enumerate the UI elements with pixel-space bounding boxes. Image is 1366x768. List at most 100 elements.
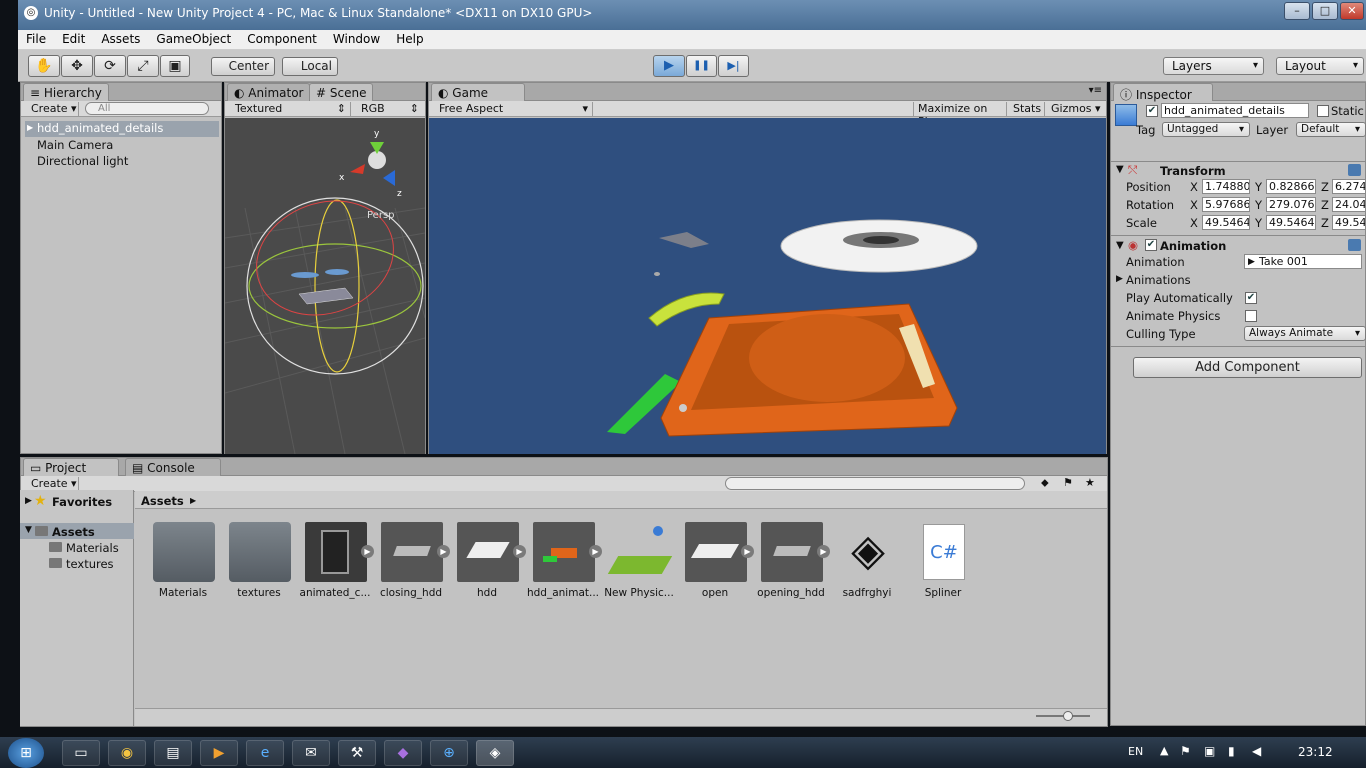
tab-console[interactable]: ▤ Console: [125, 458, 221, 476]
gizmos-dropdown[interactable]: Gizmos ▾: [1047, 102, 1105, 116]
project-search-input[interactable]: [725, 477, 1025, 490]
rotate-tool-button[interactable]: ⟳: [94, 55, 126, 77]
csharp-script-icon[interactable]: C#: [913, 522, 975, 582]
tab-animator[interactable]: ◐ Animator: [227, 83, 311, 101]
scale-x-field[interactable]: 49.5464: [1202, 215, 1250, 230]
aspect-dropdown[interactable]: Free Aspect ▾: [435, 102, 593, 116]
model-thumbnail[interactable]: [457, 522, 519, 582]
object-name-field[interactable]: hdd_animated_details: [1161, 103, 1309, 118]
help-icon[interactable]: [1348, 239, 1361, 251]
maximize-on-play-toggle[interactable]: Maximize on Play: [913, 102, 1007, 128]
animate-physics-checkbox[interactable]: [1245, 310, 1257, 322]
color-mode-dropdown[interactable]: RGB ⇕: [357, 102, 423, 116]
static-checkbox[interactable]: [1317, 105, 1329, 117]
tool-taskbar-icon[interactable]: ⚒: [338, 740, 376, 766]
project-create-button[interactable]: Create ▾: [27, 477, 79, 491]
expand-asset-icon[interactable]: ▶: [361, 545, 374, 558]
folder-materials[interactable]: Materials: [66, 541, 119, 555]
ie-taskbar-icon[interactable]: e: [246, 740, 284, 766]
network-icon[interactable]: ▮: [1228, 744, 1235, 758]
rotation-x-field[interactable]: 5.97686: [1202, 197, 1250, 212]
position-z-field[interactable]: 6.274: [1332, 179, 1366, 194]
tag-dropdown[interactable]: Untagged: [1162, 122, 1250, 137]
animation-clip-field[interactable]: ▶ Take 001: [1244, 254, 1362, 269]
explorer-taskbar-icon[interactable]: ▭: [62, 740, 100, 766]
assets-foldout-icon[interactable]: ▼: [25, 525, 32, 535]
menu-component[interactable]: Component: [239, 30, 325, 46]
folder-icon[interactable]: [153, 522, 215, 582]
app-taskbar-icon[interactable]: ⊕: [430, 740, 468, 766]
slider-handle[interactable]: [1063, 711, 1073, 721]
model-thumbnail[interactable]: [685, 522, 747, 582]
hierarchy-search-input[interactable]: All: [85, 102, 209, 115]
close-button[interactable]: ✕: [1340, 2, 1364, 20]
help-icon[interactable]: [1348, 164, 1361, 176]
show-hidden-icons[interactable]: ▲: [1160, 744, 1168, 757]
game-view[interactable]: [429, 118, 1106, 454]
panel-menu-icon[interactable]: ▾≡: [1089, 85, 1102, 96]
menu-help[interactable]: Help: [388, 30, 431, 46]
step-button[interactable]: ▶|: [718, 55, 749, 77]
tab-game[interactable]: ◐ Game: [431, 83, 525, 101]
position-y-field[interactable]: 0.82866: [1266, 179, 1316, 194]
expand-asset-icon[interactable]: ▶: [513, 545, 526, 558]
model-thumbnail[interactable]: [761, 522, 823, 582]
move-tool-button[interactable]: ✥: [61, 55, 93, 77]
volume-icon[interactable]: ◀: [1252, 744, 1261, 758]
model-thumbnail[interactable]: [533, 522, 595, 582]
play-automatically-checkbox[interactable]: ✔: [1245, 292, 1257, 304]
active-checkbox[interactable]: ✔: [1146, 105, 1158, 117]
tab-inspector[interactable]: ⓘ Inspector: [1113, 83, 1213, 102]
layers-dropdown[interactable]: Layers: [1163, 57, 1264, 75]
start-button[interactable]: ⊞: [8, 738, 44, 768]
animation-foldout-icon[interactable]: ▼: [1116, 240, 1124, 251]
language-indicator[interactable]: EN: [1128, 745, 1143, 758]
add-component-button[interactable]: Add Component: [1133, 357, 1362, 378]
menu-edit[interactable]: Edit: [54, 30, 93, 46]
minimize-button[interactable]: –: [1284, 2, 1310, 20]
rect-tool-button[interactable]: ▣: [160, 55, 190, 77]
pivot-center-button[interactable]: Center: [211, 57, 275, 76]
layer-dropdown[interactable]: Default: [1296, 122, 1366, 137]
rotation-z-field[interactable]: 24.04: [1332, 197, 1366, 212]
expand-asset-icon[interactable]: ▶: [741, 545, 754, 558]
notepad-taskbar-icon[interactable]: ▤: [154, 740, 192, 766]
unity-taskbar-icon[interactable]: ◈: [476, 740, 514, 766]
device-icon[interactable]: ▣: [1204, 744, 1215, 758]
pause-button[interactable]: ❚❚: [686, 55, 717, 77]
breadcrumb-assets[interactable]: Assets: [141, 494, 184, 508]
folder-icon[interactable]: [229, 522, 291, 582]
tab-scene[interactable]: # Scene: [309, 83, 374, 101]
model-thumbnail[interactable]: [305, 522, 367, 582]
menu-assets[interactable]: Assets: [93, 30, 148, 46]
pivot-local-button[interactable]: Local: [282, 57, 338, 76]
hierarchy-item-camera[interactable]: Main Camera: [37, 138, 113, 152]
clock[interactable]: 23:12: [1298, 745, 1333, 759]
render-mode-dropdown[interactable]: Textured ⇕: [231, 102, 351, 116]
rotation-y-field[interactable]: 279.076: [1266, 197, 1316, 212]
hierarchy-item-hdd[interactable]: ▶ hdd_animated_details: [25, 121, 219, 137]
persp-label[interactable]: Persp: [367, 210, 395, 221]
hand-tool-button[interactable]: ✋: [28, 55, 60, 77]
stats-toggle[interactable]: Stats: [1009, 102, 1045, 116]
position-x-field[interactable]: 1.74880: [1202, 179, 1250, 194]
animation-enabled-checkbox[interactable]: ✔: [1145, 239, 1157, 251]
favorites-label[interactable]: Favorites: [52, 495, 112, 509]
culling-type-dropdown[interactable]: Always Animate: [1244, 326, 1366, 341]
expand-asset-icon[interactable]: ▶: [817, 545, 830, 558]
favorites-foldout-icon[interactable]: ▶: [25, 496, 32, 506]
scale-y-field[interactable]: 49.5464: [1266, 215, 1316, 230]
maximize-button[interactable]: □: [1312, 2, 1338, 20]
media-taskbar-icon[interactable]: ▶: [200, 740, 238, 766]
hierarchy-item-light[interactable]: Directional light: [37, 154, 128, 168]
transform-foldout-icon[interactable]: ▼: [1116, 164, 1124, 175]
flag-icon[interactable]: ⚑: [1180, 744, 1191, 758]
tab-hierarchy[interactable]: ≡ Hierarchy: [23, 83, 109, 101]
model-thumbnail[interactable]: [381, 522, 443, 582]
unity-scene-icon[interactable]: ◈: [837, 522, 899, 582]
scene-view[interactable]: y x z Persp: [225, 118, 425, 454]
physics-material-icon[interactable]: [607, 522, 673, 582]
play-button[interactable]: ▶: [653, 55, 685, 77]
folder-textures[interactable]: textures: [66, 557, 114, 571]
scale-tool-button[interactable]: ⤢: [127, 55, 159, 77]
